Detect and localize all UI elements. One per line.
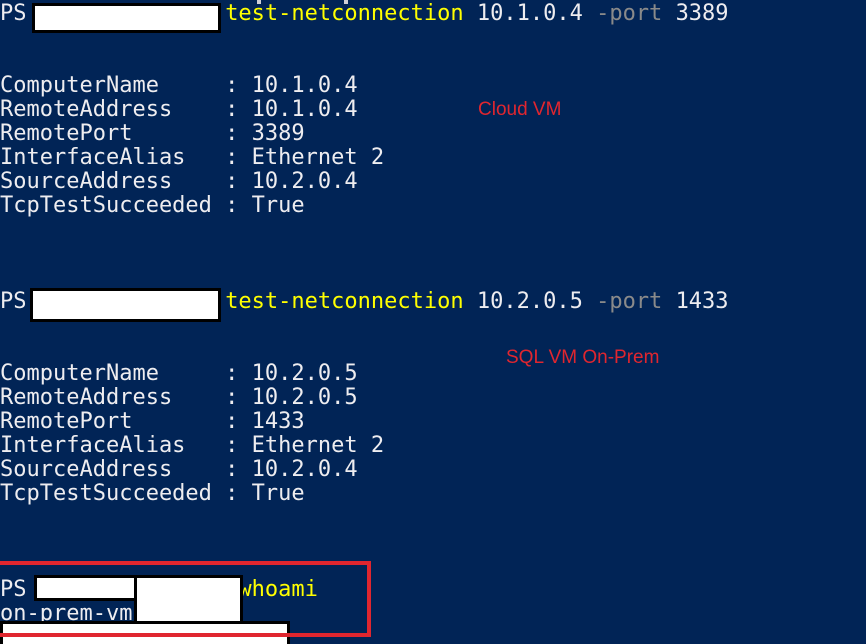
result-row: TcpTestSucceeded : True: [0, 482, 305, 506]
command-arg: 10.2.0.5: [476, 289, 583, 314]
result-row: ComputerName : 10.1.0.4: [0, 74, 358, 98]
result-separator: :: [211, 433, 252, 458]
command-name: test-netconnection: [225, 1, 464, 26]
result-key: RemoteAddress: [0, 97, 212, 122]
command-param: -port: [596, 289, 663, 314]
result-value: 10.2.0.5: [251, 385, 358, 410]
result-row: ComputerName : 10.2.0.5: [0, 362, 358, 386]
result-row: RemoteAddress : 10.1.0.4: [0, 98, 358, 122]
result-separator: :: [211, 121, 252, 146]
result-key: ComputerName: [0, 73, 212, 98]
result-separator: :: [211, 457, 252, 482]
command-param-value: 3389: [675, 1, 729, 26]
result-key: RemotePort: [0, 121, 212, 146]
result-key: SourceAddress: [0, 169, 212, 194]
highlight-box: [0, 561, 371, 637]
command-name: test-netconnection: [225, 289, 464, 314]
result-separator: :: [211, 97, 252, 122]
result-separator: :: [211, 145, 252, 170]
result-row: TcpTestSucceeded : True: [0, 194, 305, 218]
command-param: -port: [596, 1, 663, 26]
result-row: RemotePort : 3389: [0, 122, 305, 146]
result-key: TcpTestSucceeded: [0, 193, 212, 218]
prompt-prefix: PS: [0, 1, 27, 26]
redacted-path-block: [30, 288, 221, 322]
result-separator: :: [211, 193, 252, 218]
result-row: RemotePort : 1433: [0, 410, 305, 434]
result-key: TcpTestSucceeded: [0, 481, 212, 506]
result-value: True: [251, 193, 305, 218]
result-key: InterfaceAlias: [0, 145, 212, 170]
result-row: SourceAddress : 10.2.0.4: [0, 458, 358, 482]
result-row: RemoteAddress : 10.2.0.5: [0, 386, 358, 410]
result-row: SourceAddress : 10.2.0.4: [0, 170, 358, 194]
result-key: RemotePort: [0, 409, 212, 434]
result-value: Ethernet 2: [251, 433, 385, 458]
result-key: RemoteAddress: [0, 385, 212, 410]
result-value: 10.2.0.5: [251, 361, 358, 386]
result-separator: :: [211, 385, 252, 410]
result-separator: :: [211, 481, 252, 506]
result-separator: :: [211, 361, 252, 386]
result-value: True: [251, 481, 305, 506]
result-value: 1433: [251, 409, 305, 434]
result-row: InterfaceAlias : Ethernet 2: [0, 146, 384, 170]
result-separator: :: [211, 409, 252, 434]
annotation-cloud-vm: Cloud VM: [478, 99, 562, 120]
result-value: 10.2.0.4: [251, 457, 358, 482]
result-key: SourceAddress: [0, 457, 212, 482]
prompt-prefix: PS: [0, 289, 27, 314]
result-value: 10.2.0.4: [251, 169, 358, 194]
result-value: 10.1.0.4: [251, 97, 358, 122]
powershell-terminal[interactable]: PS > test-netconnection 10.1.0.4 -port 3…: [0, 0, 866, 644]
result-key: InterfaceAlias: [0, 433, 212, 458]
result-separator: :: [211, 169, 252, 194]
command-arg: 10.1.0.4: [476, 1, 583, 26]
result-value: 3389: [251, 121, 305, 146]
result-row: InterfaceAlias : Ethernet 2: [0, 434, 384, 458]
redacted-path-block: [32, 3, 221, 33]
annotation-sql-vm: SQL VM On-Prem: [506, 347, 660, 368]
command-param-value: 1433: [675, 289, 729, 314]
result-value: Ethernet 2: [251, 145, 385, 170]
result-separator: :: [211, 73, 252, 98]
result-value: 10.1.0.4: [251, 73, 358, 98]
result-key: ComputerName: [0, 361, 212, 386]
